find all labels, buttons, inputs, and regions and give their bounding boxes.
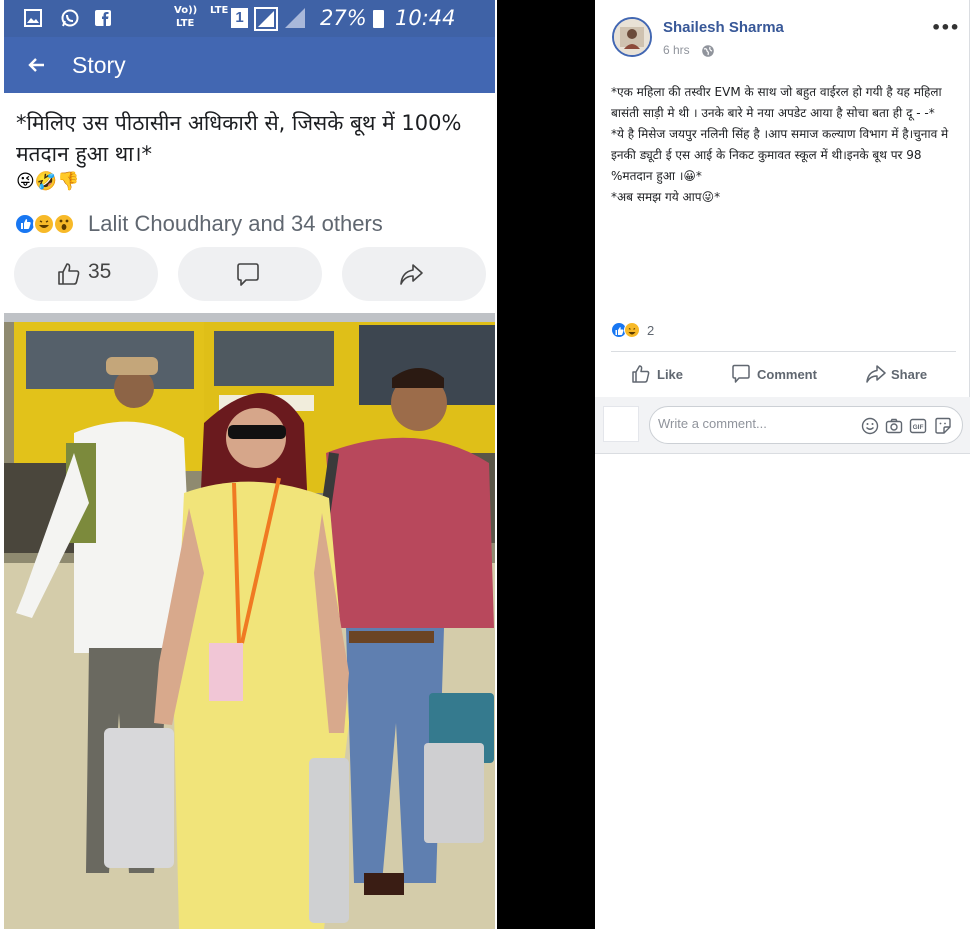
post-body: *एक महिला की तस्वीर EVM के साथ जो बहुत व… [611,82,956,208]
signal-icon [254,7,278,31]
divider-line [611,351,956,352]
sticker-icon[interactable] [934,417,952,435]
network-type-top: Vo)) [174,5,198,16]
story-photo[interactable] [4,313,495,929]
post-paragraph: *एक महिला की तस्वीर EVM के साथ जो बहुत व… [611,85,942,120]
reaction-count: 2 [647,323,655,338]
post-paragraph: *ये है मिसेज जयपुर नलिनी सिंह है ।आप समा… [611,127,949,183]
whatsapp-icon [61,9,79,27]
story-post-text: *मिलिए उस पीठासीन अधिकारी से, जिसके बूथ … [16,111,462,166]
comment-bubble-icon [237,263,259,286]
facebook-post-card: Shailesh Sharma 6 hrs ••• *एक महिला की त… [595,0,970,929]
facebook-icon [95,10,111,26]
thumbs-up-icon [58,263,80,285]
commenter-avatar [603,406,639,442]
comment-input[interactable] [658,416,858,431]
comment-button[interactable] [178,247,322,301]
comment-area: GIF [595,397,970,453]
app-bar-title: Story [72,52,126,78]
story-emoji: 😜🤣👎 [16,171,80,192]
post-timestamp[interactable]: 6 hrs [663,43,690,57]
battery-percent: 27% [320,6,367,30]
haha-reaction-icon [624,322,640,338]
share-arrow-icon [866,365,886,383]
like-button[interactable]: 35 [14,247,158,301]
comment-box[interactable]: GIF [649,406,963,444]
polling-officers-photo [4,313,495,929]
svg-text:GIF: GIF [913,424,924,431]
haha-reaction-icon [33,213,55,235]
globe-icon [702,45,714,57]
author-avatar[interactable] [612,17,652,57]
post-paragraph: *अब समझ गये आप😜* [611,190,721,204]
gif-icon[interactable]: GIF [909,417,927,435]
thumbs-up-icon [632,365,650,383]
wow-reaction-icon [53,213,75,235]
app-bar: Story [4,37,495,93]
back-arrow-icon[interactable] [24,51,48,79]
share-action-button[interactable]: Share [865,362,945,388]
like-action-label: Like [657,367,684,382]
battery-icon [373,10,384,28]
share-arrow-icon [400,264,423,285]
sim-badge: 1 [231,8,248,28]
comment-action-button[interactable]: Comment [731,362,831,388]
lte-label: LTE [210,5,229,16]
status-bar: Vo)) LTE LTE 1 27% 10:44 pm [4,0,495,54]
comment-bubble-icon [732,364,750,383]
black-divider [497,0,595,929]
comment-action-label: Comment [757,367,817,382]
network-type-bottom: LTE [176,18,195,29]
share-button[interactable] [342,247,486,301]
camera-icon[interactable] [885,417,903,435]
author-name[interactable]: Shailesh Sharma [663,19,784,36]
emoji-icon[interactable] [861,417,879,435]
share-action-label: Share [891,367,928,382]
more-options-icon[interactable]: ••• [931,18,960,37]
phone-screenshot: Vo)) LTE LTE 1 27% 10:44 pm Story *मिलिए… [0,0,497,929]
photo-top-strip [4,313,495,322]
reactions-summary[interactable]: Lalit Choudhary and 34 others [88,211,383,237]
gallery-icon [24,9,42,27]
signal-icon-2 [285,8,305,28]
like-count: 35 [88,260,112,283]
like-action-button[interactable]: Like [631,362,701,388]
